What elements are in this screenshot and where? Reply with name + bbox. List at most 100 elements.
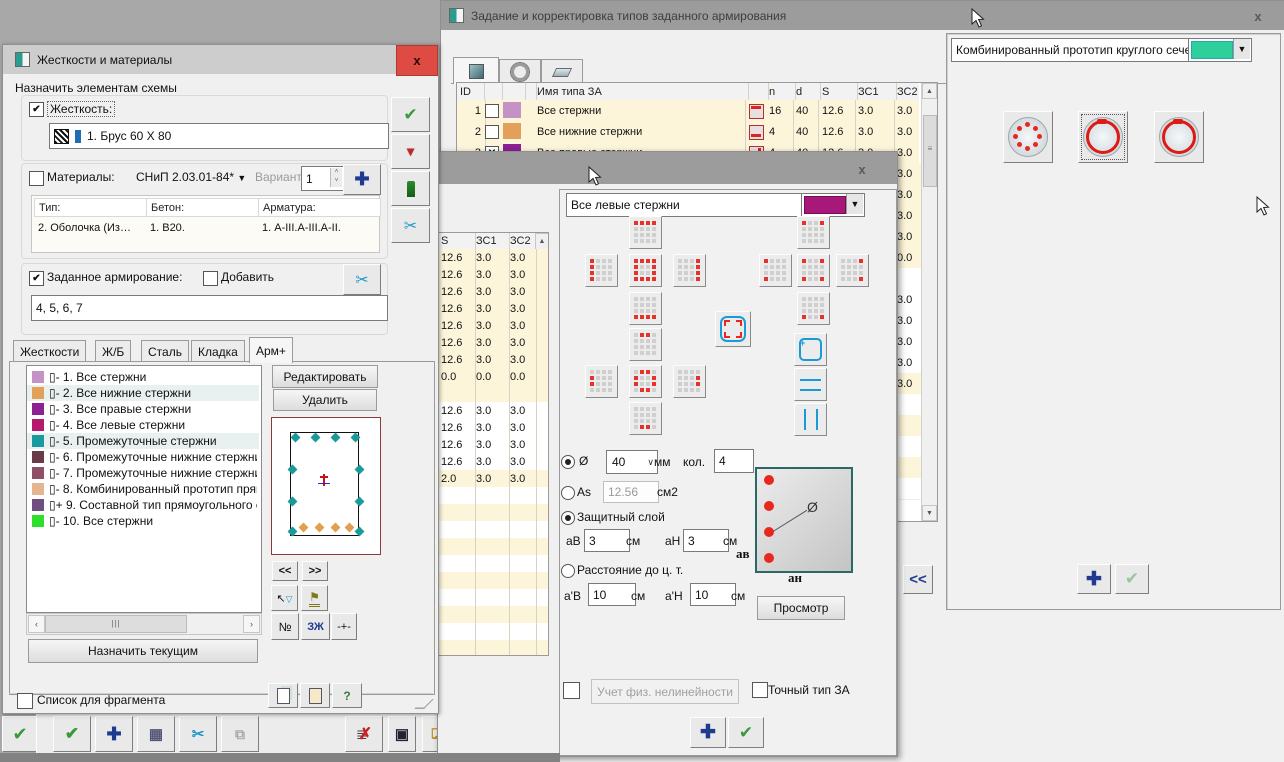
dlg-avp-input[interactable]: 10 — [588, 583, 636, 606]
dialog-table-row[interactable]: 12.63.03.0 — [438, 453, 548, 471]
dlg-qty-input[interactable]: 4 — [714, 449, 754, 473]
app-apply-button[interactable]: ✔ — [2, 716, 38, 752]
dialog-table[interactable]: SЗС1ЗС2▲12.63.03.012.63.03.012.63.03.012… — [437, 232, 549, 656]
pattern-button-mid-frame[interactable] — [629, 365, 662, 398]
dialog-table-row[interactable]: 12.63.03.0 — [438, 334, 548, 352]
row-checkbox[interactable] — [485, 104, 499, 118]
pattern-button-right-mid[interactable] — [673, 365, 706, 398]
list-item[interactable]: ▯- 2. Все нижние стержни — [27, 385, 259, 401]
dialog-table-row[interactable]: 12.63.03.0 — [438, 300, 548, 318]
pick-filter-button[interactable]: ↖▽ — [271, 585, 298, 611]
paste-list-button[interactable] — [300, 683, 330, 708]
dialog-table-row[interactable] — [438, 623, 548, 641]
tab-Жесткости[interactable]: Жесткости — [13, 340, 86, 363]
tab-sections[interactable] — [453, 57, 499, 84]
dlg-dia-select[interactable]: 40∨ — [606, 450, 658, 474]
list-item[interactable]: ▯- 5. Промежуточные стержни — [27, 433, 259, 449]
tab-eraser[interactable] — [541, 59, 583, 84]
main-close-icon[interactable]: x — [1241, 4, 1275, 28]
table-vscrollbar[interactable]: ▲▼≡ — [921, 83, 937, 521]
apply-check-button[interactable]: ✔ — [53, 716, 91, 752]
copy-fragment-button[interactable]: ⧉ — [221, 716, 259, 752]
list-item[interactable]: ▯- 10. Все стержни — [27, 513, 259, 529]
current-pattern-button[interactable] — [715, 311, 751, 347]
dlg-anp-input[interactable]: 10 — [690, 583, 736, 606]
dlg-dist-radio[interactable] — [561, 564, 575, 578]
type-list[interactable]: ▯- 1. Все стержни▯- 2. Все нижние стержн… — [26, 365, 262, 613]
stiffness-checkbox[interactable]: ✔ — [29, 102, 44, 117]
number-button[interactable]: № — [271, 613, 299, 640]
circle-proto-button[interactable] — [1078, 111, 1128, 163]
add-checkbox[interactable] — [203, 271, 218, 286]
save-floppy-button[interactable]: ▣ — [388, 716, 416, 752]
dialog-table-row[interactable]: 12.63.03.0 — [438, 266, 548, 284]
prev-type-button[interactable]: << — [272, 561, 298, 581]
dlg-cover-radio[interactable] — [561, 511, 575, 525]
type-color-combo[interactable]: ▼ — [801, 193, 865, 217]
dialog-table-row[interactable]: 12.63.03.0 — [438, 249, 548, 267]
pattern-button-bottom-edge[interactable] — [629, 292, 662, 325]
fragment-checkbox[interactable] — [17, 693, 33, 709]
materials-checkbox[interactable] — [29, 171, 44, 186]
pattern-button-corners-right[interactable] — [836, 254, 869, 287]
dialog-table-row[interactable]: 12.63.03.0 — [438, 317, 548, 335]
list-item[interactable]: ▯- 4. Все левые стержни — [27, 417, 259, 433]
horizontal-bars-button[interactable] — [794, 368, 827, 401]
pattern-button-top-mid[interactable] — [629, 328, 662, 361]
pattern-button-right-edge[interactable] — [673, 254, 706, 287]
dialog-table-row[interactable] — [438, 572, 548, 590]
apply-type-button-dialog[interactable]: ✔ — [728, 717, 764, 748]
list-item[interactable]: ▯- 8. Комбинированный прототип прямоуг — [27, 481, 259, 497]
list-item[interactable]: ▯+ 9. Составной тип прямоугольного сече — [27, 497, 259, 513]
dialog-table-row[interactable]: 12.63.03.0 — [438, 419, 548, 437]
chevron-down-icon[interactable]: ▼ — [846, 194, 863, 214]
assign-current-button[interactable]: Назначить текущим — [28, 639, 258, 663]
dialog-table-row[interactable] — [438, 487, 548, 505]
proto-name-input[interactable]: Комбинированный прототип круглого сечен — [951, 38, 1189, 62]
dialog-table-row[interactable]: 12.63.03.0 — [438, 402, 548, 420]
snip-dropdown[interactable]: СНиП 2.03.01-84* ▼ — [136, 170, 246, 184]
nonlin-checkbox-dialog[interactable] — [563, 682, 580, 699]
zh-button[interactable]: ЗЖ — [301, 613, 330, 640]
brush-button[interactable] — [391, 171, 430, 206]
exact-checkbox-dialog[interactable] — [752, 682, 768, 698]
row-checkbox[interactable] — [485, 125, 499, 139]
dialog-close-icon[interactable]: x — [850, 159, 874, 179]
stiffness-titlebar[interactable]: Жесткости и материалы — [3, 45, 438, 74]
add-contour-button[interactable]: + — [794, 333, 827, 366]
pattern-button-corners-top[interactable] — [797, 216, 830, 249]
flag-levels-button[interactable]: ⚑ — [301, 585, 328, 611]
resize-grip[interactable] — [414, 699, 434, 709]
add-type-button-main[interactable]: ✚ — [1077, 564, 1111, 594]
apply-selection-button[interactable]: ✔ — [391, 97, 430, 132]
collapse-button[interactable]: << — [903, 565, 933, 594]
list-item[interactable]: ▯- 1. Все стержни — [27, 369, 259, 385]
circle-proto-button[interactable] — [1003, 111, 1053, 163]
delete-button[interactable]: Удалить — [273, 389, 377, 411]
tab-Сталь[interactable]: Сталь — [141, 340, 189, 363]
cut-scissors-button[interactable]: ✂ — [179, 716, 217, 752]
pattern-button-bottom-mid[interactable] — [629, 402, 662, 435]
help-button[interactable]: ? — [332, 683, 362, 708]
stiffness-input[interactable]: 1. Брус 60 X 80 — [49, 123, 389, 149]
scroll-right-arrow[interactable]: › — [243, 615, 260, 633]
pattern-button-corners-bottom[interactable] — [797, 292, 830, 325]
dialog-table-row[interactable] — [438, 521, 548, 539]
dlg-av-input[interactable]: 3 — [584, 529, 630, 552]
tab-Кладка[interactable]: Кладка — [191, 340, 245, 363]
copy-list-button[interactable] — [268, 683, 298, 708]
pattern-button-corners-all[interactable] — [797, 254, 830, 287]
next-type-button[interactable]: >> — [302, 561, 328, 581]
main-window-titlebar[interactable]: Задание и корректировка типов заданного … — [441, 1, 1284, 30]
dialog-table-row[interactable]: 12.63.03.0 — [438, 351, 548, 369]
tab-Арм+[interactable]: Арм+ — [249, 337, 293, 363]
edit-button[interactable]: Редактировать — [272, 365, 378, 388]
list-item[interactable]: ▯- 6. Промежуточные нижние стержни — [27, 449, 259, 465]
paste-fragment-button[interactable]: ▦ — [137, 716, 175, 752]
apply-type-button-main[interactable]: ✔ — [1115, 564, 1149, 594]
table-row[interactable]: 2Все нижние стержни44012.63.03.0 — [457, 121, 919, 143]
reinf-scissors-button[interactable]: ✂ — [343, 264, 381, 295]
dialog-scroll-up[interactable]: ▲ — [535, 233, 549, 250]
filter-button[interactable]: ▼ — [391, 134, 430, 169]
dialog-table-row[interactable] — [438, 385, 548, 403]
